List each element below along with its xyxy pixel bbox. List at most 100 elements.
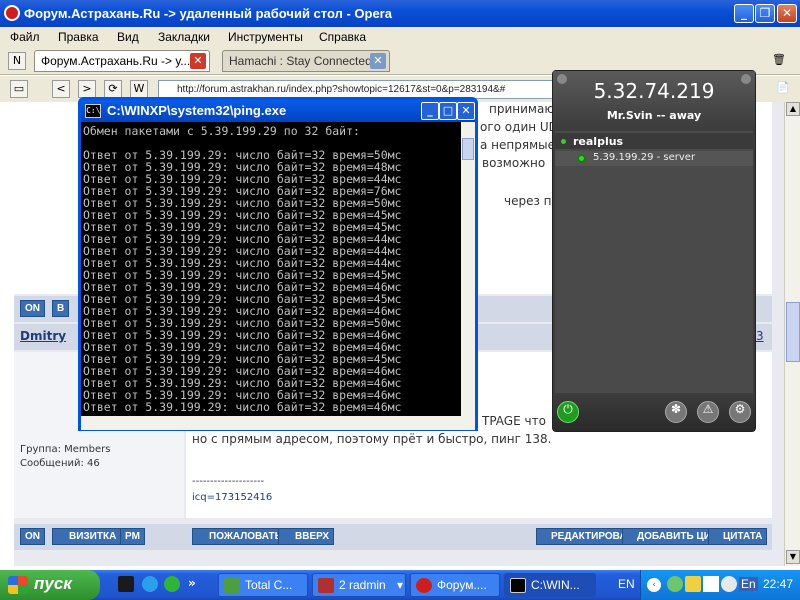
back-icon[interactable]: < [52,80,70,98]
start-button[interactable]: пуск [0,570,100,600]
menu-bookmarks[interactable]: Закладки [158,30,210,44]
taskbar-item-opera[interactable]: Форум.... [410,573,500,597]
scroll-down-icon[interactable]: ▼ [786,550,800,564]
menu-edit[interactable]: Правка [58,30,99,44]
close-button[interactable]: ✕ [777,4,797,23]
ping-reply-line: Ответ от 5.39.199.29: число байт=32 врем… [83,400,402,414]
scroll-thumb[interactable] [786,302,800,362]
profile-card-button[interactable]: ВИЗИТКА [52,528,122,545]
menu-view[interactable]: Вид [117,30,139,44]
clock[interactable]: 22:47 [763,577,793,591]
console-horizontal-scrollbar[interactable] [81,416,475,430]
taskbar-item-label: Total C... [245,578,293,592]
network-name: realplus [573,135,624,148]
private-message-button[interactable]: PM [120,528,145,545]
window-title: Форум.Астрахань.Ru -> удаленный рабочий … [24,6,392,21]
tray-language-indicator[interactable]: En [739,577,758,591]
menu-bar: Файл Правка Вид Закладки Инструменты Спр… [0,27,800,47]
peer-label: 5.39.199.29 - server [593,152,696,163]
author-group: Группа: Members [20,444,111,455]
hamachi-menu-icon[interactable] [557,74,567,84]
hamachi-window[interactable]: 5.32.74.219 Mr.Svin -- away realplus 5.3… [552,70,756,432]
scroll-up-icon[interactable]: ▲ [786,102,800,116]
network-item-realplus[interactable]: realplus [555,133,753,149]
network-icon[interactable]: ⚠ [697,401,719,423]
opera-title-bar[interactable]: Форум.Астрахань.Ru -> удаленный рабочий … [0,0,800,27]
restore-button[interactable]: ❐ [755,4,775,23]
hamachi-close-icon[interactable] [741,74,751,84]
post-snippet: принимаю [489,102,555,116]
tab-hamachi-close-icon[interactable]: ✕ [370,53,386,69]
console-header: Обмен пакетами с 5.39.199.29 по 32 байт: [83,124,360,138]
ping-window[interactable]: C:\ C:\WINXP\system32\ping.exe _ □ ✕ Обм… [78,97,478,431]
power-icon[interactable]: ⏻ [557,401,579,423]
taskbar-item-label: Форум.... [437,578,487,592]
profile-button[interactable]: В [52,300,70,317]
quicklaunch-tc-icon[interactable] [118,576,134,592]
group-arrow-icon: ▾ [397,578,404,592]
tab-forum[interactable]: Форум.Астрахань.Ru -> у... [34,50,210,72]
opera-logo-icon [4,5,20,21]
tray-network-icon[interactable] [667,576,683,592]
online-status-button[interactable]: ON [20,528,45,545]
tray-volume-icon[interactable] [721,576,737,592]
forward-icon[interactable]: > [78,80,96,98]
post-text-line2: но с прямым адресом, поэтому прёт и быст… [192,432,552,446]
settings-gear-icon[interactable]: ⚙ [729,401,751,423]
console-vertical-scrollbar[interactable] [461,122,475,416]
peer-item[interactable]: 5.39.199.29 - server [555,151,753,166]
opera-icon [416,578,432,593]
panels-icon[interactable]: ▭ [10,80,28,98]
menu-help[interactable]: Справка [319,30,366,44]
ping-minimize-button[interactable]: _ [421,102,439,120]
network-online-icon [561,139,566,144]
taskbar-item-cmd[interactable]: C:\WIN... [504,573,596,597]
ping-maximize-button[interactable]: □ [439,102,457,120]
reload-icon[interactable]: ⟳ [104,80,122,98]
page-scrollbar[interactable]: ▲ ▼ [784,102,800,566]
post-toolbar-bottom: ON ВИЗИТКА PM ПОЖАЛОВАТЬСЯ ВВЕРХ РЕДАКТИ… [14,524,772,550]
console-output[interactable]: Обмен пакетами с 5.39.199.29 по 32 байт:… [81,122,461,416]
hamachi-nickname[interactable]: Mr.Svin -- away [553,109,755,122]
tray-expand-icon[interactable]: ‹ [647,578,661,592]
tray-hamachi-icon[interactable] [685,576,701,592]
console-scroll-thumb[interactable] [462,138,474,160]
post-snippet: а непрямые [480,138,555,152]
quicklaunch-more-icon[interactable]: » [188,576,196,590]
quicklaunch-ie-icon[interactable] [142,576,158,592]
taskbar: пуск » Total C... 2 radmin ▾ Форум.... C… [0,570,800,600]
post-number-link[interactable]: 3 [756,329,764,343]
tray-keyboard-icon[interactable] [703,576,719,592]
signature-separator: -------------------- [192,476,265,487]
online-status-button[interactable]: ON [20,300,45,317]
taskbar-item-radmin[interactable]: 2 radmin ▾ [312,573,406,597]
post-snippet: ого один UD [480,120,558,134]
console-icon: C:\ [85,104,101,118]
notes-icon[interactable]: 📄 [774,80,792,98]
ping-window-title: C:\WINXP\system32\ping.exe [107,103,287,118]
signature-icq: icq=173152416 [192,492,273,503]
tab-hamachi[interactable]: Hamachi : Stay Connected [222,50,390,72]
menu-file[interactable]: Файл [10,30,40,44]
paw-icon[interactable]: ✽ [665,401,687,423]
quote-button[interactable]: ЦИТАТА [708,528,768,545]
scroll-top-button[interactable]: ВВЕРХ [278,528,335,545]
language-indicator[interactable]: EN [618,577,635,591]
new-page-icon[interactable]: N [8,52,26,70]
ping-close-button[interactable]: ✕ [457,102,475,120]
post-snippet: возможно [482,156,546,170]
tab-forum-label: Форум.Астрахань.Ru -> у... [41,54,191,68]
hamachi-ip: 5.32.74.219 [593,79,715,103]
radmin-icon [318,578,334,593]
taskbar-item-label: 2 radmin [339,578,386,592]
home-icon[interactable]: W [130,80,148,98]
minimize-button[interactable]: _ [734,4,754,23]
trash-icon[interactable]: 🗑 [770,52,788,70]
menu-tools[interactable]: Инструменты [228,30,303,44]
taskbar-item-total-commander[interactable]: Total C... [218,573,308,597]
author-link[interactable]: Dmitry [20,329,66,343]
quicklaunch-globe-icon[interactable] [164,576,180,592]
ping-window-title-bar[interactable]: C:\ C:\WINXP\system32\ping.exe _ □ ✕ [81,100,475,122]
tab-forum-close-icon[interactable]: ✕ [190,53,206,69]
hamachi-toolbar: ⏻ ✽ ⚠ ⚙ [553,395,755,431]
